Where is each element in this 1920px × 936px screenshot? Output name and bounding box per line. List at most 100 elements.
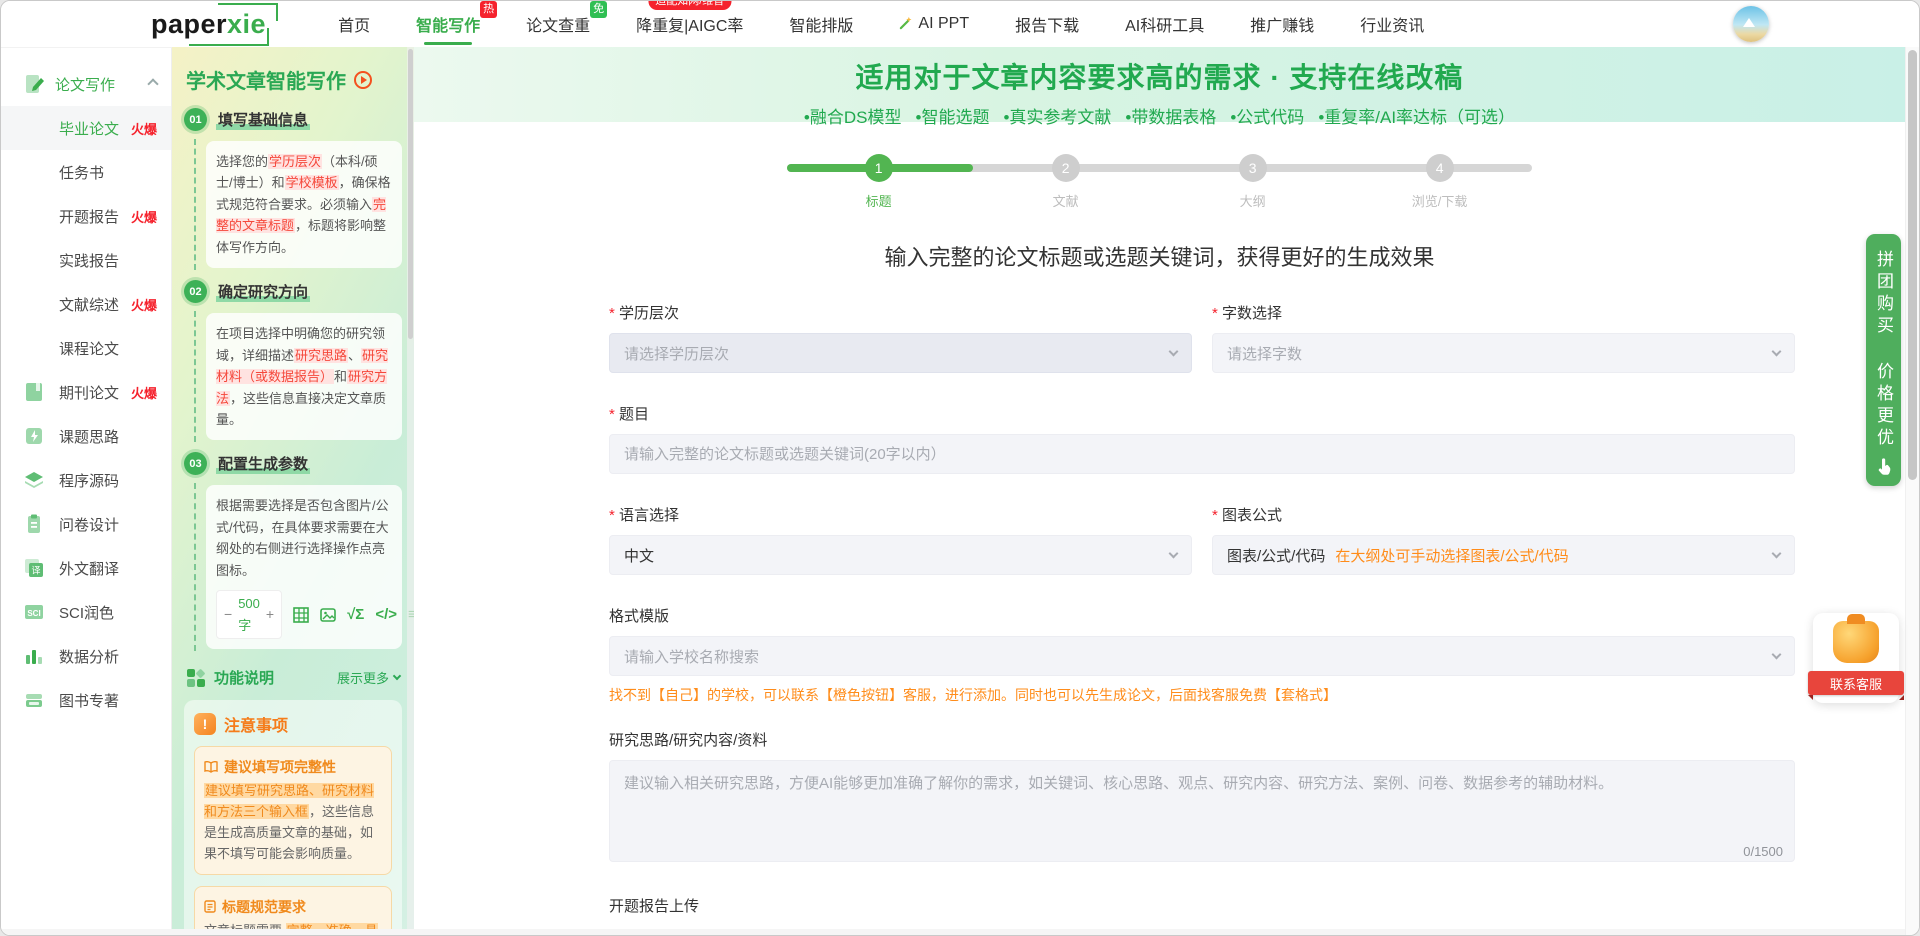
nav-item-industry-news[interactable]: 行业资讯 xyxy=(1360,12,1424,36)
left-sidebar: 论文写作 毕业论文 火爆 任务书 开题报告 火爆 实践报告 文献综述 火爆 课程论文 … xyxy=(1,47,172,935)
nav-item-report-download[interactable]: 报告下载 xyxy=(1015,12,1079,36)
sci-icon: SCI xyxy=(25,605,43,619)
template-warning-text: 找不到【自己】的学校，可以联系【橙色按钮】客服，进行添加。同时也可以先生成论文，… xyxy=(609,687,1337,703)
language-label: 语言选择 xyxy=(609,504,1192,525)
sidebar-item-questionnaire-design[interactable]: 问卷设计 xyxy=(1,502,171,546)
open-book-icon xyxy=(204,761,218,774)
paper-writing-icon xyxy=(26,75,44,93)
sidebar-item-sci-polish[interactable]: SCI SCI润色 xyxy=(1,590,171,634)
hot-label: 火爆 xyxy=(130,121,157,137)
book-icon xyxy=(26,694,42,707)
customer-service-ribbon: 联系客服 xyxy=(1808,671,1904,700)
chevron-down-icon xyxy=(1771,649,1782,659)
sidebar-item-proposal-report[interactable]: 开题报告 火爆 xyxy=(1,194,171,238)
formula-icon[interactable]: √Σ xyxy=(347,607,364,622)
sidebar-item-topic-ideas[interactable]: 课题思路 xyxy=(1,414,171,458)
table-icon[interactable] xyxy=(293,606,309,623)
sidebar-item-foreign-translation[interactable]: 译 外文翻译 xyxy=(1,546,171,590)
notice-section: ! 注意事项 建议填写项完整性 建议填写研究思路、研究材料和方法三个输入框，这些… xyxy=(184,700,402,935)
group-buy-banner[interactable]: 拼团购买 价格更优 xyxy=(1866,234,1901,486)
sidebar-item-course-paper[interactable]: 课程论文 xyxy=(1,326,171,370)
hero-tag: •融合DS模型 xyxy=(803,108,902,127)
clipboard-icon xyxy=(28,514,40,533)
chevron-down-icon xyxy=(1168,346,1179,356)
horizontal-scrollbar-track[interactable] xyxy=(1,929,1905,935)
panel-scrollbar[interactable] xyxy=(407,47,414,935)
features-label: 功能说明 xyxy=(214,670,275,687)
chart-formula-hint: 在大纲处可手动选择图表/公式/代码 xyxy=(1335,547,1569,565)
main-content: 适用对于文章内容要求高的需求 · 支持在线改稿 •融合DS模型 •智能选题 •真… xyxy=(414,47,1905,935)
proposal-upload-label: 开题报告上传 xyxy=(609,898,700,915)
nav-item-home[interactable]: 首页 xyxy=(338,12,370,36)
top-navbar: paperxie 首页 智能写作热 论文查重免 降重复|AIGC率 适配知网/维普… xyxy=(1,1,1919,47)
guide-panel: 学术文章智能写作 01 填写基础信息 选择您的学历层次（本科/硕士/博士）和学校… xyxy=(172,47,414,935)
user-avatar[interactable] xyxy=(1733,6,1769,42)
nav-item-ai-research-tools[interactable]: AI科研工具 xyxy=(1125,12,1204,36)
chevron-up-icon[interactable] xyxy=(147,78,159,90)
step1-description: 选择您的学历层次（本科/硕士/博士）和学校模板，确保格式规范符合要求。必须输入完… xyxy=(206,141,402,269)
scrollbar-thumb[interactable] xyxy=(1908,50,1917,480)
panel-title: 学术文章智能写作 xyxy=(186,71,346,93)
sidebar-item-practice-report[interactable]: 实践报告 xyxy=(1,238,171,282)
sidebar-item-graduation-thesis[interactable]: 毕业论文 火爆 xyxy=(1,106,171,150)
word-count-stepper[interactable]: −500 字 + xyxy=(216,590,283,639)
svg-text:译: 译 xyxy=(31,566,40,576)
word-count-select[interactable]: 请选择字数 xyxy=(1212,333,1795,373)
education-level-select[interactable]: 请选择学历层次 xyxy=(609,333,1192,373)
nav-item-smart-typesetting[interactable]: 智能排版 xyxy=(789,12,853,36)
brand-logo[interactable]: paperxie xyxy=(149,2,279,46)
research-textarea[interactable] xyxy=(609,760,1795,862)
group-buy-text: 拼团购买 价格更优 xyxy=(1874,250,1893,450)
notice-box-title-rules: 标题规范要求 文章标题需要 完整、准确、具体，避免过于宽泛或模糊的表述，好的标题… xyxy=(194,885,392,935)
sidebar-section-paper-writing[interactable]: 论文写作 xyxy=(1,62,171,106)
step3-number: 03 xyxy=(184,452,207,476)
notice-title: 注意事项 xyxy=(224,718,289,735)
nav-item-reduce-aigc[interactable]: 降重复|AIGC率 适配知网/维普 xyxy=(636,1,743,36)
sidebar-section-label: 论文写作 xyxy=(55,76,116,94)
image-icon[interactable] xyxy=(320,607,336,623)
hero-banner: 适用对于文章内容要求高的需求 · 支持在线改稿 •融合DS模型 •智能选题 •真… xyxy=(414,47,1905,127)
title-input[interactable] xyxy=(609,434,1795,474)
sidebar-item-literature-review[interactable]: 文献综述 火爆 xyxy=(1,282,171,326)
progress-step-outline[interactable]: 3 大纲 xyxy=(1208,154,1298,210)
sidebar-item-journal-paper[interactable]: 期刊论文 火爆 xyxy=(1,370,171,414)
svg-text:SCI: SCI xyxy=(27,609,40,618)
minus-icon: − xyxy=(224,606,233,623)
free-badge: 免 xyxy=(590,1,608,18)
hero-tag: •重复率/AI率达标（可选） xyxy=(1318,108,1516,127)
show-more-button[interactable]: 展示更多 xyxy=(337,668,402,687)
hot-badge: 热 xyxy=(480,1,498,18)
progress-stepper: 1 标题 2 文献 3 大纲 4 浏览/下载 xyxy=(787,154,1532,210)
nav-item-smart-writing[interactable]: 智能写作热 xyxy=(416,1,498,45)
chart-formula-select[interactable]: 图表/公式/代码 在大纲处可手动选择图表/公式/代码 xyxy=(1212,535,1795,575)
step2-number: 02 xyxy=(184,280,207,304)
hero-tag: •真实参考文献 xyxy=(1003,108,1112,127)
play-video-icon[interactable] xyxy=(354,70,372,89)
nav-item-promotion-earn[interactable]: 推广赚钱 xyxy=(1250,12,1314,36)
format-template-label: 格式模版 xyxy=(609,608,670,625)
hot-label: 火爆 xyxy=(130,297,157,313)
sidebar-item-task-book[interactable]: 任务书 xyxy=(1,150,171,194)
sidebar-item-data-analysis[interactable]: 数据分析 xyxy=(1,634,171,678)
logo-text-xie: xie xyxy=(227,8,267,39)
nav-item-plagiarism-check[interactable]: 论文查重免 xyxy=(526,1,608,36)
progress-step-preview-download[interactable]: 4 浏览/下载 xyxy=(1395,154,1485,210)
research-label: 研究思路/研究内容/资料 xyxy=(609,732,768,749)
nav-item-ai-ppt[interactable]: AI PPT xyxy=(899,15,969,33)
sidebar-item-book-monograph[interactable]: 图书专著 xyxy=(1,678,171,722)
title-label: 题目 xyxy=(609,403,1795,424)
journal-icon xyxy=(26,383,42,401)
progress-step-title[interactable]: 1 标题 xyxy=(834,154,924,210)
language-select[interactable]: 中文 xyxy=(609,535,1192,575)
customer-service-icon xyxy=(1833,614,1879,663)
sidebar-item-source-code[interactable]: 程序源码 xyxy=(1,458,171,502)
plus-icon: + xyxy=(265,606,275,623)
document-icon xyxy=(204,900,216,913)
cnki-weipu-pill-badge: 适配知网/维普 xyxy=(648,1,732,10)
school-template-select[interactable]: 请输入学校名称搜索 xyxy=(609,636,1795,676)
customer-service-widget[interactable]: 联系客服 xyxy=(1808,613,1904,703)
notice-box-completeness: 建议填写项完整性 建议填写研究思路、研究材料和方法三个输入框，这些信息是生成高质… xyxy=(194,746,392,875)
code-icon[interactable]: </> xyxy=(375,607,397,622)
vertical-scrollbar[interactable] xyxy=(1905,47,1919,935)
progress-step-literature[interactable]: 2 文献 xyxy=(1021,154,1111,210)
